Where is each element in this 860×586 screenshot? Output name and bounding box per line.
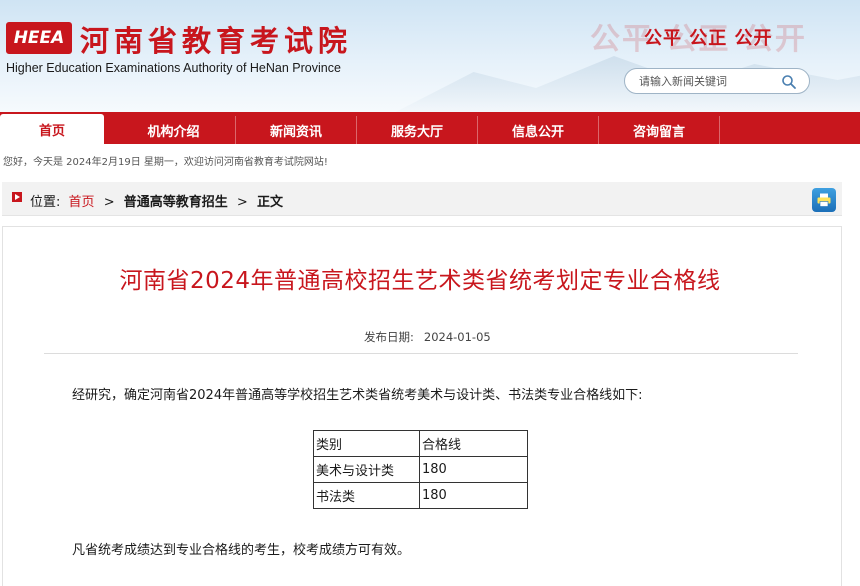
article-intro: 经研究，确定河南省2024年普通高等学校招生艺术类省统考美术与设计类、书法类专业… bbox=[72, 388, 643, 403]
table-cell: 美术与设计类 bbox=[313, 456, 420, 483]
nav-item-consult[interactable]: 咨询留言 bbox=[599, 116, 720, 144]
nav-item-news[interactable]: 新闻资讯 bbox=[236, 116, 357, 144]
table-row: 美术与设计类 180 bbox=[313, 456, 528, 483]
slogan: 公平 公正 公开 bbox=[644, 28, 773, 49]
article-title: 河南省2024年普通高校招生艺术类省统考划定专业合格线 bbox=[119, 268, 721, 294]
table-row: 书法类 180 bbox=[313, 482, 528, 509]
publish-date-value: 2024-01-05 bbox=[423, 330, 491, 344]
publish-date-label: 发布日期: bbox=[364, 330, 414, 344]
site-logo[interactable]: HEEA bbox=[6, 22, 72, 54]
nav-item-disclosure[interactable]: 信息公开 bbox=[478, 116, 599, 144]
search-input[interactable] bbox=[639, 73, 779, 90]
breadcrumb-current: 正文 bbox=[256, 195, 283, 210]
publish-date: 发布日期: 2024-01-05 bbox=[364, 329, 491, 345]
location-flag-icon bbox=[12, 192, 22, 202]
main-nav: 首页 机构介绍 新闻资讯 服务大厅 信息公开 咨询留言 bbox=[0, 112, 860, 144]
table-header-cell: 合格线 bbox=[419, 430, 528, 457]
search-box bbox=[624, 68, 810, 94]
breadcrumb-home[interactable]: 首页 bbox=[69, 195, 95, 210]
breadcrumb-category[interactable]: 普通高等教育招生 bbox=[124, 195, 228, 210]
welcome-text: 您好，今天是 2024年2月19日 星期一，欢迎访问河南省教育考试院网站! bbox=[3, 157, 328, 168]
table-cell: 书法类 bbox=[313, 482, 420, 509]
breadcrumb-separator: > bbox=[236, 195, 248, 210]
breadcrumb: 位置: 首页 > 普通高等教育招生 > 正文 bbox=[30, 191, 283, 210]
score-table: 类别 合格线 美术与设计类 180 书法类 180 bbox=[313, 430, 528, 509]
breadcrumb-label: 位置: bbox=[30, 195, 61, 210]
table-header-row: 类别 合格线 bbox=[313, 430, 528, 457]
nav-item-about[interactable]: 机构介绍 bbox=[112, 116, 236, 144]
breadcrumb-bar: 位置: 首页 > 普通高等教育招生 > 正文 bbox=[2, 182, 842, 216]
article-closing: 凡省统考成绩达到专业合格线的考生，校考成绩方可有效。 bbox=[72, 543, 411, 558]
nav-item-services[interactable]: 服务大厅 bbox=[357, 116, 478, 144]
site-name-english: Higher Education Examinations Authority … bbox=[6, 61, 341, 75]
table-cell: 180 bbox=[419, 482, 528, 509]
table-cell: 180 bbox=[419, 456, 528, 483]
breadcrumb-separator: > bbox=[103, 195, 115, 210]
site-header: HEEA 河南省教育考试院 Higher Education Examinati… bbox=[0, 0, 860, 112]
print-icon[interactable] bbox=[812, 188, 836, 212]
search-icon[interactable] bbox=[781, 74, 797, 90]
title-divider bbox=[44, 353, 798, 354]
nav-item-home[interactable]: 首页 bbox=[0, 114, 104, 144]
table-header-cell: 类别 bbox=[313, 430, 420, 457]
site-name: 河南省教育考试院 bbox=[80, 24, 353, 58]
